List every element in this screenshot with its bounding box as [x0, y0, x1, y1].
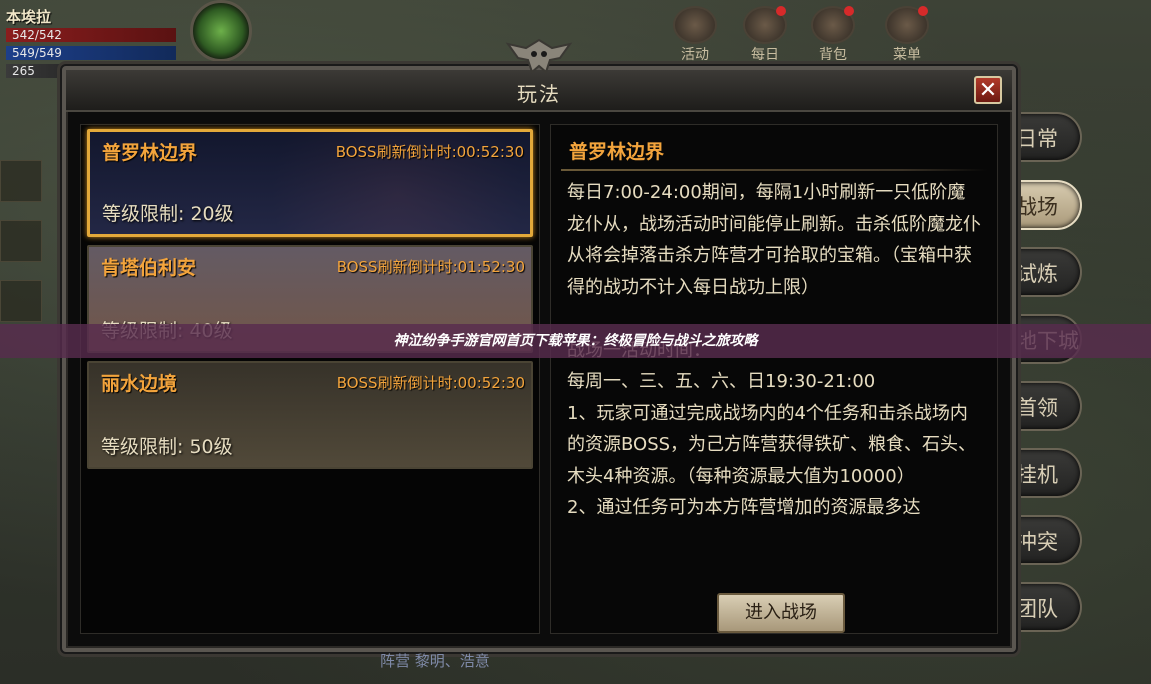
boss-timer: BOSS刷新倒计时:00:52:30: [336, 374, 525, 392]
battlefield-name: 普罗林边界: [102, 142, 198, 164]
menu-main-label: 菜单: [893, 47, 921, 63]
mp-bar: 549/549: [6, 46, 176, 60]
left-side-icon[interactable]: [0, 220, 42, 262]
level-requirement: 等级限制: 50级: [101, 436, 233, 458]
menu-bag[interactable]: 背包: [806, 6, 860, 63]
detail-paragraph: 每周一、三、五、六、日19:30-21:00: [567, 371, 876, 392]
detail-title: 普罗林边界: [569, 141, 665, 163]
gameplay-dialog: 玩法 ✕ 普罗林边界 BOSS刷新倒计时:00:52:30 等级限制: 20级 肯塔伯…: [62, 38, 1016, 652]
menu-activity-label: 活动: [681, 47, 709, 63]
boss-timer: BOSS刷新倒计时:00:52:30: [335, 143, 524, 161]
side-tab[interactable]: 挂机: [1006, 448, 1082, 498]
close-button[interactable]: ✕: [974, 76, 1002, 104]
menu-daily[interactable]: 每日: [738, 6, 792, 63]
battlefield-card[interactable]: 丽水边境 BOSS刷新倒计时:00:52:30 等级限制: 50级: [87, 361, 533, 469]
side-tab[interactable]: 试炼: [1006, 247, 1082, 297]
title-banner: 神泣纷争手游官网首页下载苹果：终极冒险与战斗之旅攻略: [0, 324, 1151, 358]
notification-dot: [776, 6, 786, 16]
menu-activity[interactable]: 活动: [668, 6, 722, 63]
player-name: 本埃拉: [6, 8, 52, 26]
skull-crest-icon: [505, 38, 573, 74]
notification-dot: [918, 6, 928, 16]
notification-dot: [844, 6, 854, 16]
detail-paragraph: 2、通过任务可为本方阵营增加的资源最多达: [567, 497, 921, 518]
battlefield-name: 肯塔伯利安: [101, 257, 197, 279]
divider: [561, 169, 987, 171]
menu-bag-label: 背包: [819, 47, 847, 63]
level-requirement: 等级限制: 20级: [102, 203, 234, 225]
dialog-title: 玩法: [517, 82, 561, 106]
level-readout: 265: [6, 64, 66, 78]
left-side-icon[interactable]: [0, 280, 42, 322]
enter-battlefield-button[interactable]: 进入战场: [717, 593, 845, 633]
activity-icon: [673, 6, 717, 44]
side-tab[interactable]: 日常: [1006, 112, 1082, 162]
hp-bar: 542/542: [6, 28, 176, 42]
chat-line: 阵营 黎明、浩意: [380, 652, 490, 670]
boss-timer: BOSS刷新倒计时:01:52:30: [336, 258, 525, 276]
detail-paragraph: 1、玩家可通过完成战场内的4个任务和击杀战场内的资源BOSS，为己方阵营获得铁矿…: [567, 402, 977, 487]
left-side-icon[interactable]: [0, 160, 42, 202]
battlefield-name: 丽水边境: [101, 373, 178, 395]
side-tab[interactable]: 团队: [1006, 582, 1082, 632]
detail-description[interactable]: 每日7:00-24:00期间，每隔1小时刷新一只低阶魔龙仆从，战场活动时间能停止…: [567, 177, 981, 585]
battlefield-list: 普罗林边界 BOSS刷新倒计时:00:52:30 等级限制: 20级 肯塔伯利安 BOS…: [80, 124, 540, 634]
side-tab[interactable]: 战场: [1006, 180, 1082, 230]
side-tab[interactable]: 首领: [1006, 381, 1082, 431]
menu-main[interactable]: 菜单: [880, 6, 934, 63]
battlefield-card[interactable]: 普罗林边界 BOSS刷新倒计时:00:52:30 等级限制: 20级: [87, 129, 533, 237]
dialog-header: 玩法 ✕: [66, 70, 1012, 112]
side-tab[interactable]: 冲突: [1006, 515, 1082, 565]
detail-paragraph: 每日7:00-24:00期间，每隔1小时刷新一只低阶魔龙仆从，战场活动时间能停止…: [567, 182, 981, 298]
battlefield-detail: 普罗林边界 每日7:00-24:00期间，每隔1小时刷新一只低阶魔龙仆从，战场活…: [550, 124, 998, 634]
menu-daily-label: 每日: [751, 47, 779, 63]
minimap[interactable]: [190, 0, 252, 62]
